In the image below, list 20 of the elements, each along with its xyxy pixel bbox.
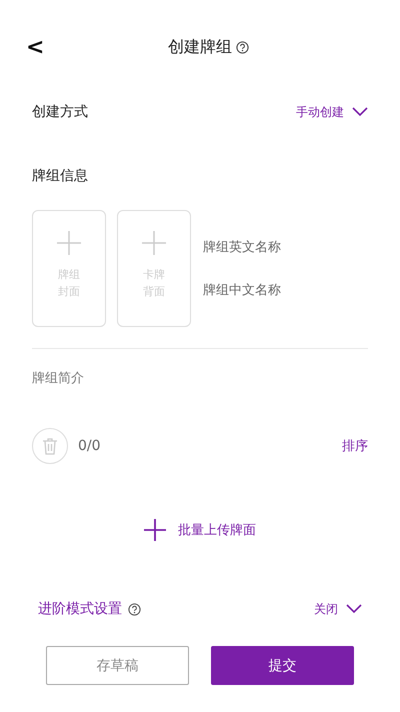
advanced-settings-label: 进阶模式设置 [38,600,122,618]
section-heading: 牌组信息 [32,167,88,185]
submit-button[interactable]: 提交 [211,646,354,685]
card-count: 0/0 [78,438,101,454]
plus-icon [142,231,166,255]
create-mode-dropdown[interactable]: 手动创建 [296,104,368,120]
help-icon[interactable] [236,40,249,54]
batch-upload-button[interactable]: 批量上传牌面 [138,518,262,542]
plus-icon [57,231,81,255]
sort-link[interactable]: 排序 [342,437,368,455]
advanced-mode-dropdown[interactable]: 关闭 [314,600,362,618]
chevron-down-icon [352,107,368,117]
back-button[interactable]: < [26,34,44,60]
save-draft-button[interactable]: 存草稿 [46,646,189,685]
chevron-down-icon [346,604,362,614]
create-mode-label: 创建方式 [32,103,88,121]
page-title: 创建牌组 [168,36,232,58]
trash-icon [42,437,58,455]
help-icon[interactable] [128,602,141,616]
plus-icon [144,519,166,541]
